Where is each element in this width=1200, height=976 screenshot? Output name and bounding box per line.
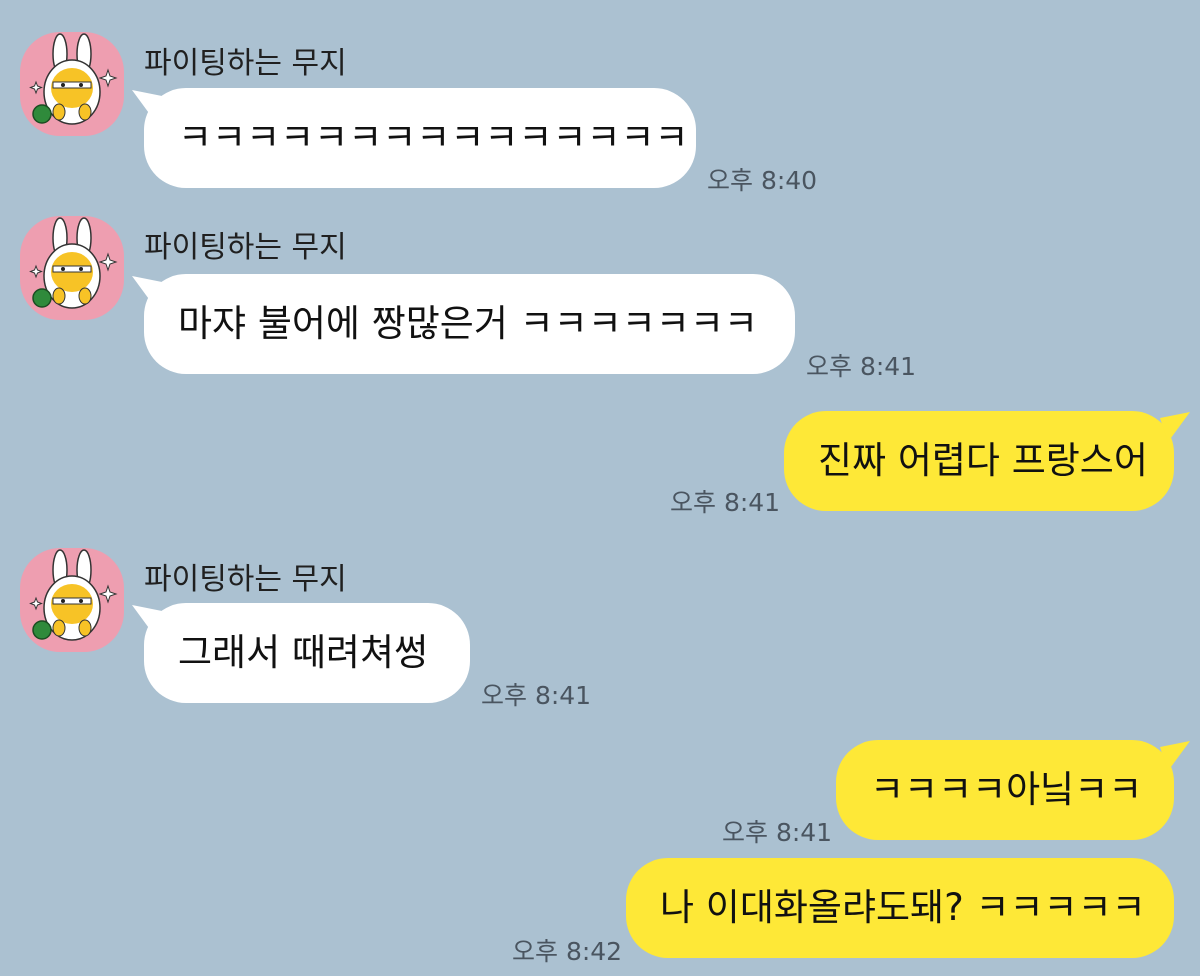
- message-timestamp: 오후 8:41: [722, 818, 833, 847]
- outgoing-message-bubble[interactable]: ㅋㅋㅋㅋ아닠ㅋㅋ: [836, 740, 1174, 840]
- avatar[interactable]: [20, 32, 124, 136]
- message-timestamp: 오후 8:40: [707, 166, 818, 195]
- message-timestamp: 오후 8:42: [512, 937, 623, 966]
- message-timestamp: 오후 8:41: [670, 488, 781, 517]
- sender-name: 파이팅하는 무지: [144, 562, 347, 597]
- outgoing-message-bubble[interactable]: 진짜 어렵다 프랑스어: [784, 411, 1174, 511]
- message-timestamp: 오후 8:41: [481, 681, 592, 710]
- outgoing-message-bubble[interactable]: 나 이대화올랴도돼? ㅋㅋㅋㅋㅋ: [626, 858, 1174, 958]
- avatar[interactable]: [20, 548, 124, 652]
- outgoing-bubble-tail: [1160, 412, 1190, 442]
- muzi-avatar-icon: [29, 217, 118, 309]
- sender-name: 파이팅하는 무지: [144, 230, 347, 265]
- muzi-avatar-icon: [29, 33, 118, 125]
- avatar[interactable]: [20, 216, 124, 320]
- incoming-message-bubble[interactable]: 그래서 때려쳐썽: [144, 603, 470, 703]
- sender-name: 파이팅하는 무지: [144, 46, 347, 81]
- message-timestamp: 오후 8:41: [806, 352, 917, 381]
- incoming-message-bubble[interactable]: ㅋㅋㅋㅋㅋㅋㅋㅋㅋㅋㅋㅋㅋㅋㅋ: [144, 88, 696, 188]
- muzi-avatar-icon: [29, 549, 118, 641]
- incoming-message-bubble[interactable]: 마쟈 불어에 짱많은거 ㅋㅋㅋㅋㅋㅋㅋ: [144, 274, 795, 374]
- outgoing-bubble-tail: [1160, 741, 1190, 771]
